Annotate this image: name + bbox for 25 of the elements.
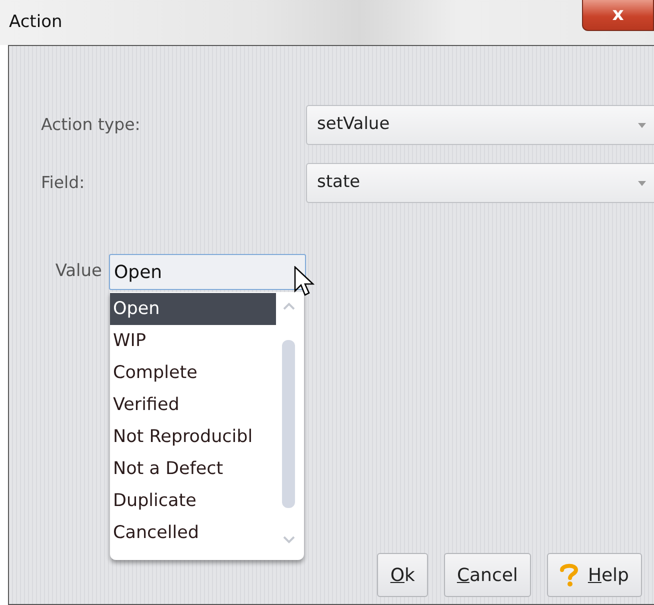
close-button[interactable]: x bbox=[582, 0, 654, 31]
dropdown-option[interactable]: Duplicate bbox=[110, 485, 276, 517]
window-title: Action bbox=[8, 11, 62, 34]
dropdown-option[interactable]: Complete bbox=[110, 357, 276, 389]
field-label: Action type: bbox=[40, 114, 142, 136]
caret-icon bbox=[638, 180, 646, 186]
dropdown-option[interactable]: Not a Defect bbox=[110, 453, 276, 485]
combo-box[interactable]: setValue bbox=[306, 105, 654, 145]
dropdown-option[interactable]: WIP bbox=[110, 325, 276, 357]
dialog-button[interactable]: Cancel bbox=[444, 553, 531, 597]
combo-box[interactable]: Open bbox=[109, 254, 306, 290]
combo-box[interactable]: state bbox=[306, 163, 654, 203]
dropdown-option[interactable]: Verified bbox=[110, 389, 276, 421]
field-label: Value bbox=[54, 260, 103, 284]
caret-icon bbox=[638, 122, 646, 128]
scroll-up-icon[interactable] bbox=[283, 302, 295, 310]
scrollbar-thumb[interactable] bbox=[282, 340, 295, 508]
dialog-button[interactable]: Ok bbox=[377, 553, 428, 597]
dropdown-option[interactable]: Cancelled bbox=[110, 517, 276, 549]
dropdown-option[interactable]: Not Reproducibl bbox=[110, 421, 276, 453]
help-icon bbox=[560, 563, 578, 587]
dropdown-option[interactable]: Open bbox=[110, 293, 276, 325]
dialog-button[interactable]: Help bbox=[546, 553, 642, 597]
field-label: Field: bbox=[40, 172, 86, 194]
scroll-down-icon[interactable] bbox=[283, 536, 295, 544]
